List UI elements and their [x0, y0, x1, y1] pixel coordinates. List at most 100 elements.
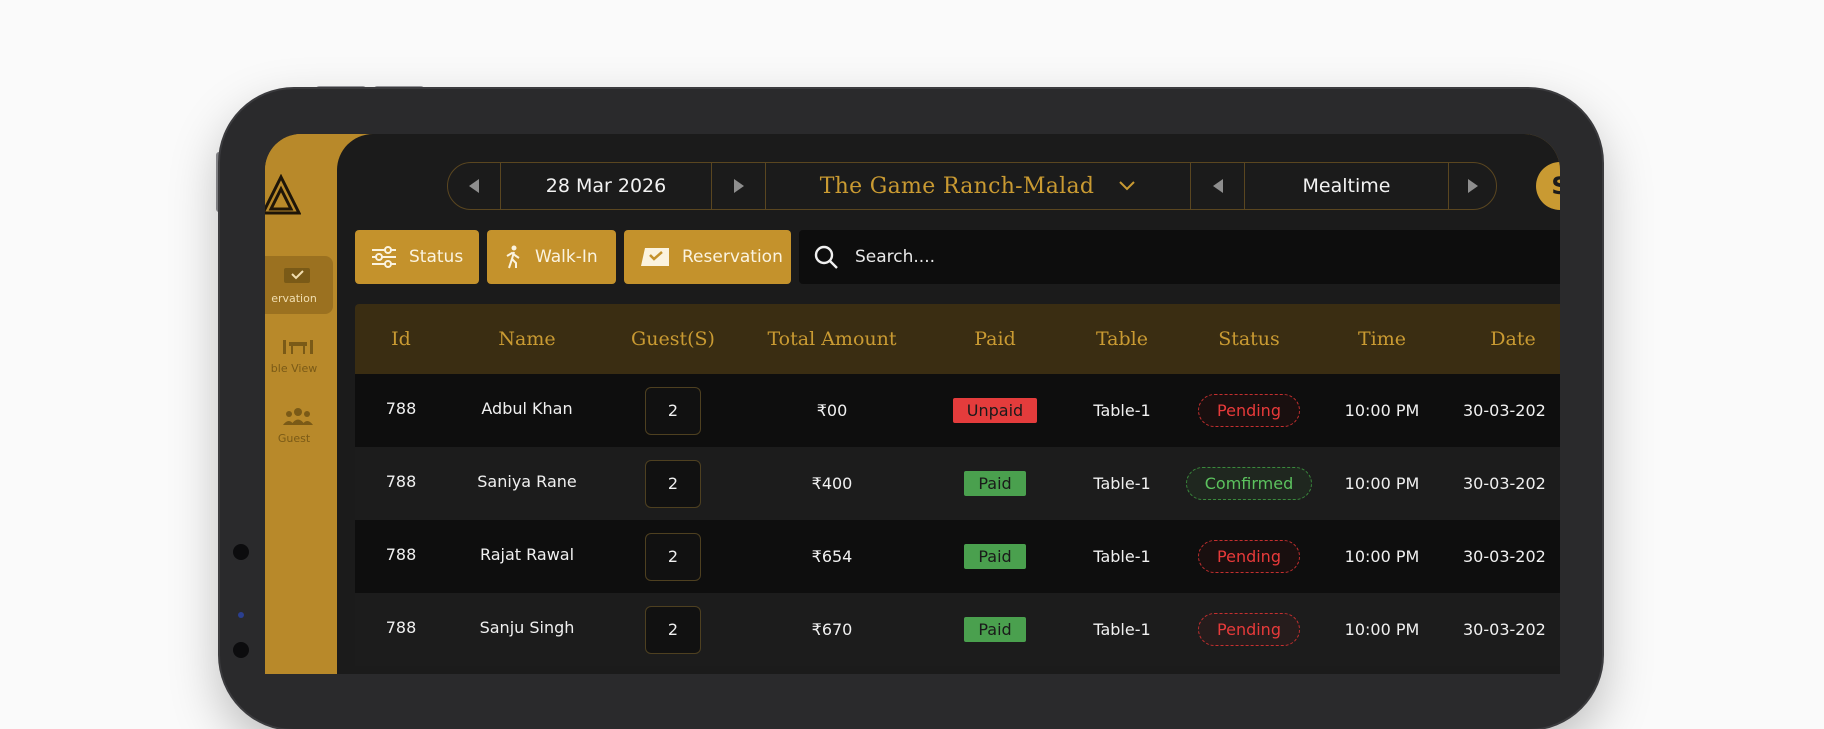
status-badge[interactable]: Pending [1198, 394, 1300, 427]
guest-count-box[interactable]: 2 [645, 532, 701, 581]
cell-guests: 2 [607, 374, 739, 447]
cell-paid: Paid [925, 520, 1065, 593]
table-row[interactable]: 788 Rajat Rawal 2 ₹654 Paid Table-1 Pend… [355, 520, 1560, 593]
cell-time: 10:00 PM [1344, 620, 1420, 639]
sidebar-item-guest[interactable]: Guest [265, 396, 333, 454]
cell-name: Adbul Khan [481, 399, 573, 418]
column-header-date[interactable]: Date [1445, 304, 1560, 374]
date-next-button[interactable] [711, 163, 765, 209]
status-badge[interactable]: Comfirmed [1185, 467, 1313, 500]
cell-guests: 2 [607, 593, 739, 666]
cell-table: Table-1 [1093, 474, 1151, 493]
sidebar-item-label: ble View [270, 362, 318, 375]
table-header: Id Name Guest(S) Total Amount Paid Table… [355, 304, 1560, 374]
cell-paid: Paid [925, 593, 1065, 666]
walk-in-button[interactable]: Walk-In [487, 230, 616, 284]
restaurant-selector[interactable]: The Game Ranch-Malad [765, 163, 1190, 209]
table-row[interactable]: 788 Sanju Singh 2 ₹670 Paid Table-1 Pend… [355, 593, 1560, 666]
cell-status: Pending [1179, 593, 1319, 666]
column-header-name[interactable]: Name [447, 304, 607, 374]
sidebar-item-reservation[interactable]: ervation [265, 256, 333, 314]
column-header-table[interactable]: Table [1065, 304, 1179, 374]
cell-name: Saniya Rane [477, 472, 577, 491]
restaurant-name: The Game Ranch-Malad [819, 173, 1095, 199]
top-navigation-bar: 28 Mar 2026 The Game Ranch-Malad Mealtim… [447, 162, 1497, 210]
column-header-status[interactable]: Status [1179, 304, 1319, 374]
reservation-icon [284, 268, 310, 283]
cell-table: Table-1 [1093, 547, 1151, 566]
cell-amount: ₹670 [811, 620, 853, 639]
cell-id: 788 [385, 399, 417, 418]
cell-guests: 2 [607, 447, 739, 520]
sidebar-item-label: ervation [271, 292, 317, 305]
table-row[interactable]: 788 Adbul Khan 2 ₹00 Unpaid Table-1 Pend… [355, 374, 1560, 447]
cell-paid: Unpaid [925, 374, 1065, 447]
search-input[interactable] [853, 246, 1457, 268]
arrow-right-icon [1467, 179, 1478, 193]
sidebar: ervation ble View Guest [265, 134, 337, 674]
cell-id: 788 [385, 618, 417, 637]
cell-amount: ₹654 [811, 547, 853, 566]
walking-person-icon [506, 245, 520, 269]
sliders-icon [372, 246, 396, 268]
guest-count-box[interactable]: 2 [645, 605, 701, 654]
cell-name: Sanju Singh [479, 618, 575, 637]
cell-guests: 2 [607, 520, 739, 593]
cell-id: 788 [385, 472, 417, 491]
reservations-table: Id Name Guest(S) Total Amount Paid Table… [355, 304, 1560, 666]
paid-badge[interactable]: Paid [964, 544, 1026, 569]
column-header-id[interactable]: Id [355, 304, 447, 374]
guest-count-box[interactable]: 2 [645, 386, 701, 435]
cell-id: 788 [385, 545, 417, 564]
avatar[interactable]: S [1536, 162, 1560, 210]
mealtime-prev-button[interactable] [1190, 163, 1244, 209]
cell-date: 30-03-202 [1463, 401, 1546, 420]
avatar-initial: S [1551, 172, 1560, 200]
sidebar-item-label: Guest [277, 432, 311, 445]
mealtime-label: Mealtime [1302, 175, 1391, 197]
cell-name: Rajat Rawal [479, 545, 575, 564]
cell-amount: ₹400 [811, 474, 853, 493]
date-display[interactable]: 28 Mar 2026 [500, 163, 711, 209]
column-header-time[interactable]: Time [1319, 304, 1445, 374]
cell-date: 30-03-202 [1463, 547, 1546, 566]
column-header-paid[interactable]: Paid [925, 304, 1065, 374]
status-badge[interactable]: Pending [1198, 613, 1300, 646]
column-header-total-amount[interactable]: Total Amount [739, 304, 925, 374]
status-badge[interactable]: Pending [1198, 540, 1300, 573]
status-button-label: Status [409, 247, 464, 267]
paid-badge[interactable]: Unpaid [952, 398, 1038, 423]
search-icon [814, 245, 838, 269]
current-date: 28 Mar 2026 [545, 175, 667, 197]
cell-status: Comfirmed [1179, 447, 1319, 520]
status-filter-button[interactable]: Status [355, 230, 479, 284]
chevron-down-icon [1119, 181, 1135, 191]
paid-badge[interactable]: Paid [964, 617, 1026, 642]
arrow-right-icon [733, 179, 744, 193]
table-row[interactable]: 788 Saniya Rane 2 ₹400 Paid Table-1 Comf… [355, 447, 1560, 520]
cell-paid: Paid [925, 447, 1065, 520]
walk-in-button-label: Walk-In [535, 247, 598, 267]
date-prev-button[interactable] [448, 163, 500, 209]
cell-time: 10:00 PM [1344, 547, 1420, 566]
reservation-button[interactable]: Reservation [624, 230, 791, 284]
main-panel: 28 Mar 2026 The Game Ranch-Malad Mealtim… [337, 134, 1560, 674]
cell-amount: ₹00 [816, 401, 848, 420]
camera-sensor [238, 612, 244, 618]
cell-table: Table-1 [1093, 401, 1151, 420]
cell-status: Pending [1179, 520, 1319, 593]
cell-table: Table-1 [1093, 620, 1151, 639]
table-view-icon [283, 340, 313, 354]
cell-status: Pending [1179, 374, 1319, 447]
cell-time: 10:00 PM [1344, 401, 1420, 420]
reservation-button-label: Reservation [682, 247, 783, 267]
column-header-guests[interactable]: Guest(S) [607, 304, 739, 374]
mealtime-next-button[interactable] [1448, 163, 1496, 209]
paid-badge[interactable]: Paid [964, 471, 1026, 496]
arrow-left-icon [469, 179, 479, 193]
cell-date: 30-03-202 [1463, 474, 1546, 493]
mealtime-display[interactable]: Mealtime [1244, 163, 1448, 209]
guest-count-box[interactable]: 2 [645, 459, 701, 508]
camera-dot [233, 544, 249, 560]
sidebar-item-table-view[interactable]: ble View [265, 326, 333, 384]
